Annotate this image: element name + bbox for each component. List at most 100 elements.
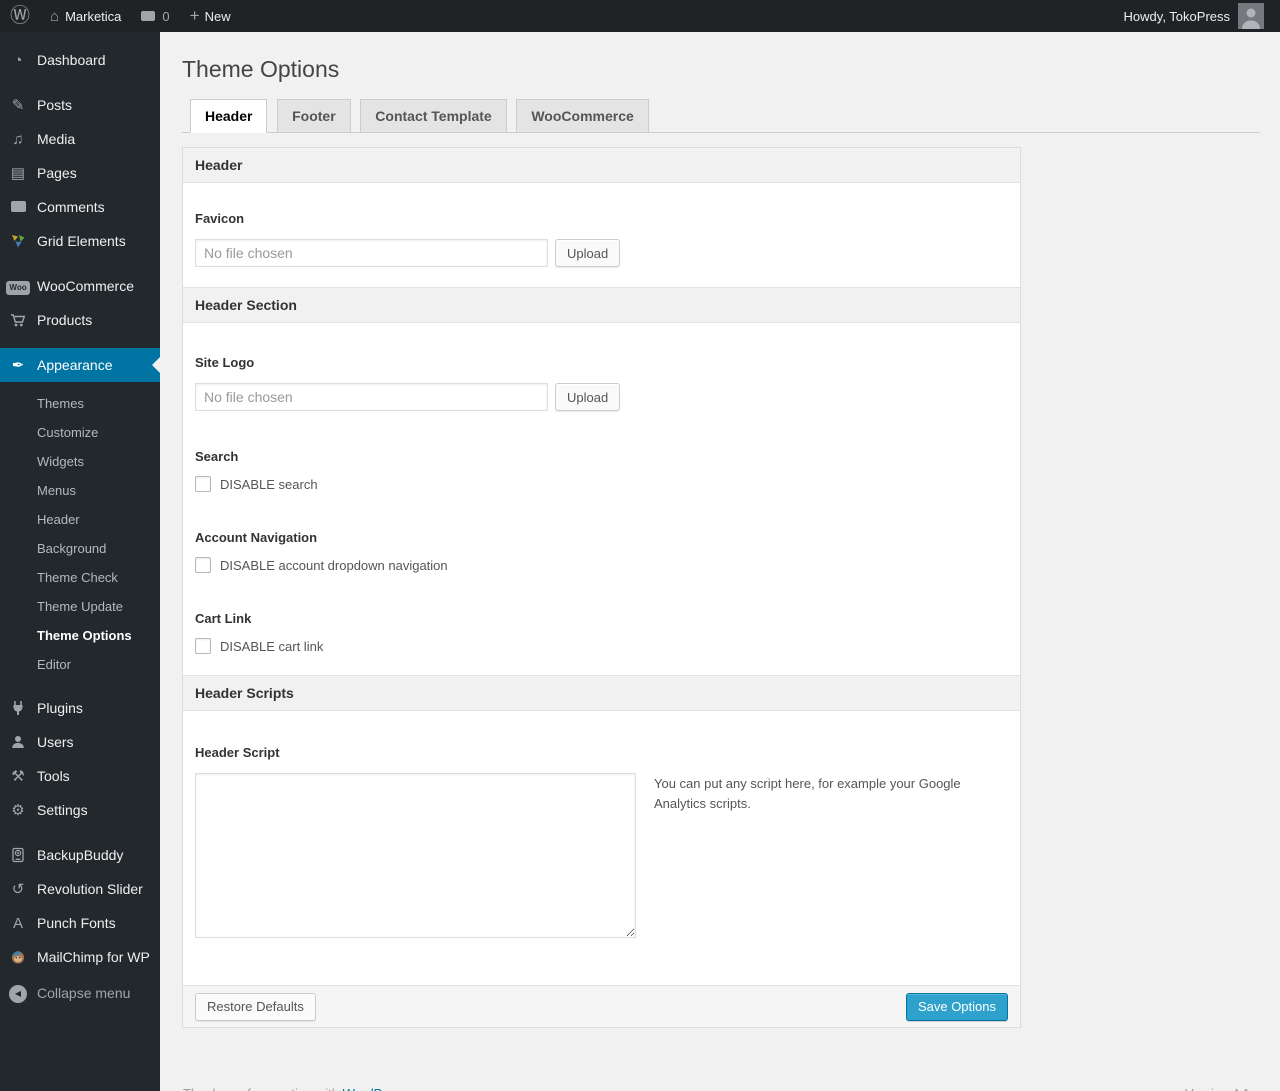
site-logo-upload-button[interactable]: Upload — [555, 383, 621, 411]
comments-bubble-icon — [8, 199, 28, 215]
submenu-item-menus[interactable]: Menus — [0, 476, 160, 505]
sidebar-item-label: Pages — [37, 165, 77, 181]
site-logo-file-input[interactable] — [195, 383, 548, 411]
favicon-file-input[interactable] — [195, 239, 548, 267]
avatar — [1238, 3, 1264, 29]
new-content-menu[interactable]: + New — [180, 0, 241, 32]
sidebar-item-label: Appearance — [37, 357, 113, 373]
wordpress-link[interactable]: WordPress — [342, 1086, 406, 1091]
footer-thanks-prefix: Thank you for creating with — [182, 1086, 338, 1091]
posts-pushpin-icon: ✎ — [11, 96, 25, 114]
sidebar-item-users[interactable]: Users — [0, 725, 160, 759]
sidebar-item-revolution-slider[interactable]: ↺ Revolution Slider — [0, 872, 160, 906]
sidebar-item-punch-fonts[interactable]: A Punch Fonts — [0, 906, 160, 940]
disable-cart-link-label: DISABLE cart link — [220, 638, 324, 654]
site-logo-label: Site Logo — [195, 355, 255, 370]
sidebar-item-backupbuddy[interactable]: BackupBuddy — [0, 838, 160, 872]
sidebar-item-products[interactable]: Products — [0, 303, 160, 337]
new-label: New — [204, 8, 231, 24]
tab-footer[interactable]: Footer — [277, 99, 351, 133]
sidebar-item-media[interactable]: ♫ Media — [0, 122, 160, 156]
tab-woocommerce[interactable]: WooCommerce — [516, 99, 649, 133]
dashboard-icon: ◔ — [13, 51, 23, 69]
plus-icon: + — [189, 6, 200, 25]
punch-fonts-letter-icon: A — [12, 914, 23, 932]
disable-cart-link-checkbox[interactable] — [195, 638, 211, 654]
page-footer: Thank you for creating with WordPress. V… — [182, 1028, 1260, 1091]
collapse-menu-button[interactable]: ◀ Collapse menu — [0, 976, 160, 1010]
sidebar-item-settings[interactable]: ⚙ Settings — [0, 793, 160, 827]
submenu-item-customize[interactable]: Customize — [0, 418, 160, 447]
howdy-label: Howdy, TokoPress — [1123, 8, 1230, 24]
my-account-menu[interactable]: Howdy, TokoPress — [1114, 0, 1274, 32]
plugins-plug-icon — [8, 700, 28, 716]
pages-icon: ▤ — [10, 164, 26, 182]
wordpress-logo-menu[interactable]: Ⓦ — [0, 0, 40, 32]
account-navigation-label: Account Navigation — [195, 530, 318, 545]
theme-options-panel: Header Favicon Upload Header Section Sit… — [182, 147, 1021, 1028]
site-name-label: Marketica — [65, 8, 122, 24]
users-person-icon — [8, 734, 28, 750]
section-header-section-title: Header Section — [183, 287, 1020, 323]
submenu-item-theme-update[interactable]: Theme Update — [0, 592, 160, 621]
sidebar-item-label: WooCommerce — [37, 278, 134, 294]
site-name-menu[interactable]: ⌂ Marketica — [40, 0, 131, 32]
sidebar-item-woocommerce[interactable]: Woo WooCommerce — [0, 269, 160, 303]
sidebar-item-label: BackupBuddy — [37, 847, 124, 863]
restore-defaults-button[interactable]: Restore Defaults — [195, 992, 316, 1021]
mailchimp-monkey-icon — [8, 949, 28, 965]
sidebar-item-plugins[interactable]: Plugins — [0, 691, 160, 725]
appearance-brush-icon: ✒ — [11, 356, 25, 374]
sidebar-item-label: Products — [37, 312, 93, 328]
submenu-item-editor[interactable]: Editor — [0, 650, 160, 679]
sidebar-item-pages[interactable]: ▤ Pages — [0, 156, 160, 190]
comment-count: 0 — [162, 8, 170, 24]
disable-search-checkbox[interactable] — [195, 476, 211, 492]
sidebar-item-dashboard[interactable]: ◔ Dashboard — [0, 43, 160, 77]
submenu-item-theme-options[interactable]: Theme Options — [0, 621, 160, 650]
section-header-scripts-title: Header Scripts — [183, 675, 1020, 711]
sidebar-item-appearance[interactable]: ✒ Appearance — [0, 348, 160, 382]
comment-bubble-icon — [141, 11, 156, 21]
search-label: Search — [195, 449, 239, 464]
sidebar-item-posts[interactable]: ✎ Posts — [0, 88, 160, 122]
sidebar-item-label: Posts — [37, 97, 73, 113]
collapse-menu-icon: ◀ — [8, 984, 28, 1003]
wordpress-logo-icon: Ⓦ — [10, 5, 30, 27]
backupbuddy-icon — [8, 847, 28, 863]
submenu-item-themes[interactable]: Themes — [0, 389, 160, 418]
sidebar-item-label: Punch Fonts — [37, 915, 116, 931]
tab-contact-template[interactable]: Contact Template — [360, 99, 507, 133]
disable-account-nav-checkbox[interactable] — [195, 557, 211, 573]
sidebar-item-label: Collapse menu — [37, 985, 131, 1001]
header-script-note: You can put any script here, for example… — [654, 776, 961, 812]
sidebar-item-label: Plugins — [37, 700, 83, 716]
tab-header[interactable]: Header — [190, 99, 268, 133]
submenu-item-theme-check[interactable]: Theme Check — [0, 563, 160, 592]
sidebar-item-tools[interactable]: ⚒ Tools — [0, 759, 160, 793]
sidebar-item-label: Dashboard — [37, 52, 106, 68]
favicon-label: Favicon — [195, 211, 245, 226]
submenu-item-widgets[interactable]: Widgets — [0, 447, 160, 476]
disable-account-nav-label: DISABLE account dropdown navigation — [220, 557, 448, 573]
settings-sliders-icon: ⚙ — [11, 801, 25, 819]
sidebar-item-mailchimp[interactable]: MailChimp for WP — [0, 940, 160, 974]
sidebar-item-label: Media — [37, 131, 76, 147]
sidebar-item-label: Users — [37, 734, 74, 750]
theme-options-tabs: Header Footer Contact Template WooCommer… — [182, 99, 1260, 133]
header-script-label: Header Script — [195, 745, 280, 760]
section-header-title: Header — [183, 148, 1020, 183]
sidebar-item-label: Settings — [37, 802, 88, 818]
sidebar-item-comments[interactable]: Comments — [0, 190, 160, 224]
panel-footer: Restore Defaults Save Options — [183, 985, 1020, 1027]
header-script-textarea[interactable] — [195, 773, 636, 938]
submenu-item-header[interactable]: Header — [0, 505, 160, 534]
sidebar-item-label: Revolution Slider — [37, 881, 143, 897]
sidebar-item-grid-elements[interactable]: Grid Elements — [0, 224, 160, 258]
comments-menu[interactable]: 0 — [131, 0, 179, 32]
admin-sidebar: ◔ Dashboard ✎ Posts ♫ Media ▤ Pages Comm… — [0, 32, 160, 1091]
tools-wrench-icon: ⚒ — [11, 767, 25, 785]
save-options-button[interactable]: Save Options — [905, 992, 1008, 1021]
submenu-item-background[interactable]: Background — [0, 534, 160, 563]
favicon-upload-button[interactable]: Upload — [555, 239, 621, 267]
